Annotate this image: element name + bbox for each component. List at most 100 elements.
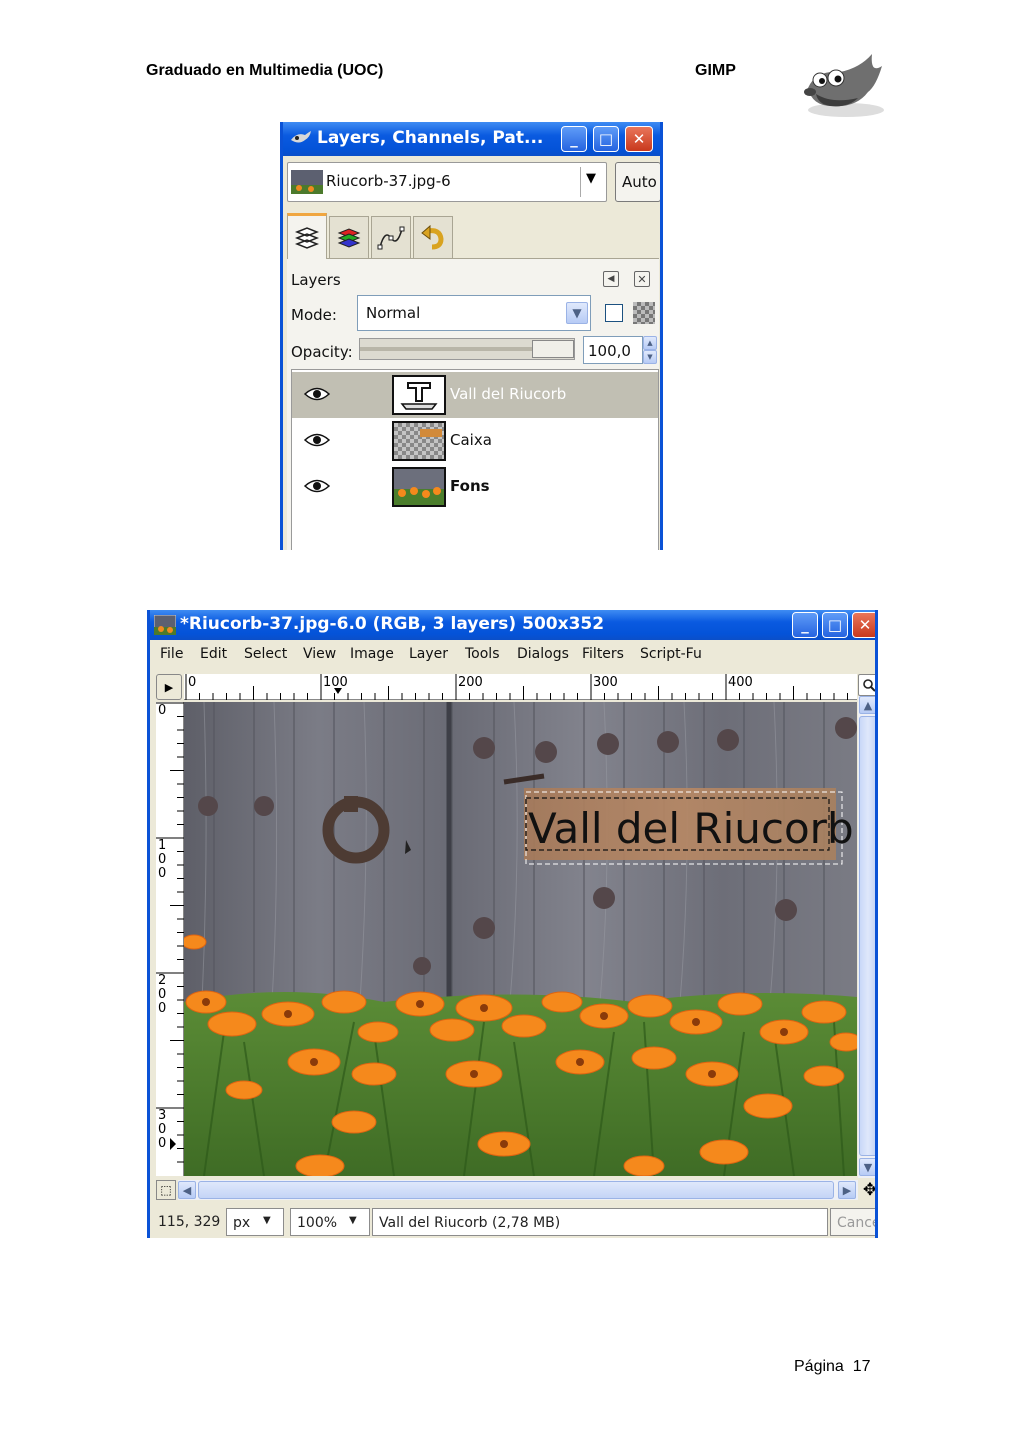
mode-label: Mode:: [291, 306, 337, 324]
maximize-button[interactable]: □: [593, 126, 619, 152]
menu-file[interactable]: File: [160, 646, 183, 662]
tab-undo-history[interactable]: [413, 216, 453, 258]
menu-edit[interactable]: Edit: [200, 646, 227, 662]
ruler-label: 100: [158, 838, 167, 881]
scroll-up-button[interactable]: ▲: [859, 696, 875, 714]
panel-close-button[interactable]: ✕: [634, 271, 650, 287]
layer-name: Fons: [450, 477, 490, 495]
maximize-icon: □: [598, 130, 614, 148]
paths-icon: [377, 226, 405, 249]
layer-name: Vall del Riucorb: [450, 385, 567, 403]
image-menu-button[interactable]: ▶: [156, 674, 182, 700]
scroll-right-button[interactable]: ▶: [838, 1181, 856, 1199]
layer-row-caixa[interactable]: Caixa: [292, 418, 658, 464]
unit-select-value: px: [233, 1215, 251, 1231]
close-icon: ✕: [858, 616, 872, 634]
horizontal-scrollbar[interactable]: ◀ ▶: [178, 1180, 858, 1200]
minimize-button[interactable]: _: [792, 612, 818, 638]
vertical-ruler: 0 100 200 300: [156, 702, 184, 1176]
menu-script-fu[interactable]: Script-Fu: [640, 646, 702, 662]
chevron-down-icon: ▼: [349, 1215, 357, 1226]
text-layer-thumbnail: [392, 375, 446, 415]
tab-channels[interactable]: [329, 216, 369, 258]
text-layer-icon: [400, 382, 438, 410]
unit-select[interactable]: px ▼: [226, 1208, 284, 1236]
layer-list: Vall del Riucorb Caixa Fons: [291, 369, 659, 550]
close-icon: ✕: [632, 130, 646, 148]
maximize-icon: □: [827, 616, 843, 634]
chevron-down-icon: ▼: [586, 171, 596, 186]
vertical-scroll-thumb[interactable]: [859, 716, 875, 1156]
menu-layer[interactable]: Layer: [409, 646, 448, 662]
flowers-thumbnail-icon: [398, 487, 441, 498]
menu-dialogs[interactable]: Dialogs: [517, 646, 569, 662]
vertical-scrollbar[interactable]: ▲ ▼: [858, 696, 875, 1178]
horizontal-ruler: 0 100 200 300 400: [184, 674, 857, 700]
menu-filters[interactable]: Filters: [582, 646, 624, 662]
minimize-button[interactable]: _: [561, 126, 587, 152]
opacity-slider-handle[interactable]: [532, 340, 574, 358]
menu-view[interactable]: View: [303, 646, 336, 662]
status-message: Vall del Riucorb (2,78 MB): [372, 1208, 828, 1236]
zoom-button[interactable]: [858, 674, 875, 696]
spin-down-button[interactable]: ▼: [643, 350, 657, 364]
ruler-label: 200: [158, 973, 167, 1016]
panel-menu-button[interactable]: ◀: [603, 271, 619, 287]
eye-icon[interactable]: [304, 432, 330, 448]
chevron-down-icon: ▼: [263, 1215, 271, 1226]
quick-mask-button[interactable]: ⬚: [156, 1180, 176, 1200]
lock-alpha-checkbox[interactable]: [605, 304, 623, 322]
tab-paths[interactable]: [371, 216, 411, 258]
layers-dialog-title: Layers, Channels, Pat...: [317, 128, 544, 148]
close-button[interactable]: ✕: [852, 612, 875, 638]
menu-image[interactable]: Image: [350, 646, 394, 662]
ruler-label: 0: [158, 703, 167, 718]
layer-row-fons[interactable]: Fons: [292, 464, 658, 510]
menu-tools[interactable]: Tools: [465, 646, 500, 662]
move-cross-icon: ✥: [862, 1180, 878, 1200]
horizontal-scroll-thumb[interactable]: [198, 1181, 834, 1199]
fons-layer-thumbnail: [392, 467, 446, 507]
gimp-logo-icon: [804, 54, 884, 117]
close-button[interactable]: ✕: [625, 126, 653, 152]
layer-name: Caixa: [450, 431, 492, 449]
doc-header-subject: GIMP: [695, 62, 736, 79]
scroll-left-button[interactable]: ◀: [178, 1181, 196, 1199]
image-window-titlebar[interactable]: *Riucorb-37.jpg-6.0 (RGB, 3 layers) 500x…: [150, 610, 875, 640]
opacity-label: Opacity:: [291, 343, 353, 361]
opacity-spinbox[interactable]: 100,0: [583, 336, 643, 364]
image-window: *Riucorb-37.jpg-6.0 (RGB, 3 layers) 500x…: [147, 610, 878, 1238]
image-window-title: *Riucorb-37.jpg-6.0 (RGB, 3 layers) 500x…: [180, 614, 605, 634]
layers-stack-icon: [294, 226, 320, 249]
opacity-slider[interactable]: [359, 338, 575, 360]
tab-layers[interactable]: [287, 213, 327, 259]
ruler-label: 200: [458, 675, 483, 690]
eye-icon[interactable]: [304, 386, 330, 402]
image-selector[interactable]: Riucorb-37.jpg-6 ▼: [287, 162, 607, 202]
ruler-label: 300: [158, 1108, 167, 1151]
triangle-left-icon: ◀: [607, 274, 615, 284]
minimize-icon: _: [801, 616, 809, 634]
maximize-button[interactable]: □: [822, 612, 848, 638]
cancel-button[interactable]: Cancel: [830, 1208, 875, 1236]
layers-panel-label: Layers: [291, 271, 341, 289]
ruler-label: 0: [188, 675, 197, 690]
ruler-label: 300: [593, 675, 618, 690]
auto-button[interactable]: Auto: [615, 162, 660, 202]
zoom-select[interactable]: 100% ▼: [290, 1208, 370, 1236]
image-canvas[interactable]: Vall del Riucorb: [184, 702, 857, 1176]
eye-icon[interactable]: [304, 478, 330, 494]
layer-row-vall-del-riucorb[interactable]: Vall del Riucorb: [292, 372, 658, 418]
play-triangle-icon: ▶: [164, 680, 174, 694]
menu-select[interactable]: Select: [244, 646, 287, 662]
navigate-button[interactable]: ✥: [860, 1180, 878, 1200]
opacity-value: 100,0: [588, 342, 631, 360]
close-icon: ✕: [637, 272, 647, 286]
spin-up-button[interactable]: ▲: [643, 336, 657, 350]
magnifier-icon: [863, 679, 875, 692]
scroll-down-button[interactable]: ▼: [859, 1158, 875, 1176]
page-number: Página 17: [794, 1358, 871, 1375]
dashed-square-icon: ⬚: [160, 1183, 172, 1197]
mode-select[interactable]: Normal ▼: [357, 295, 591, 331]
layers-dialog-titlebar[interactable]: Layers, Channels, Pat... _ □ ✕: [283, 122, 660, 156]
